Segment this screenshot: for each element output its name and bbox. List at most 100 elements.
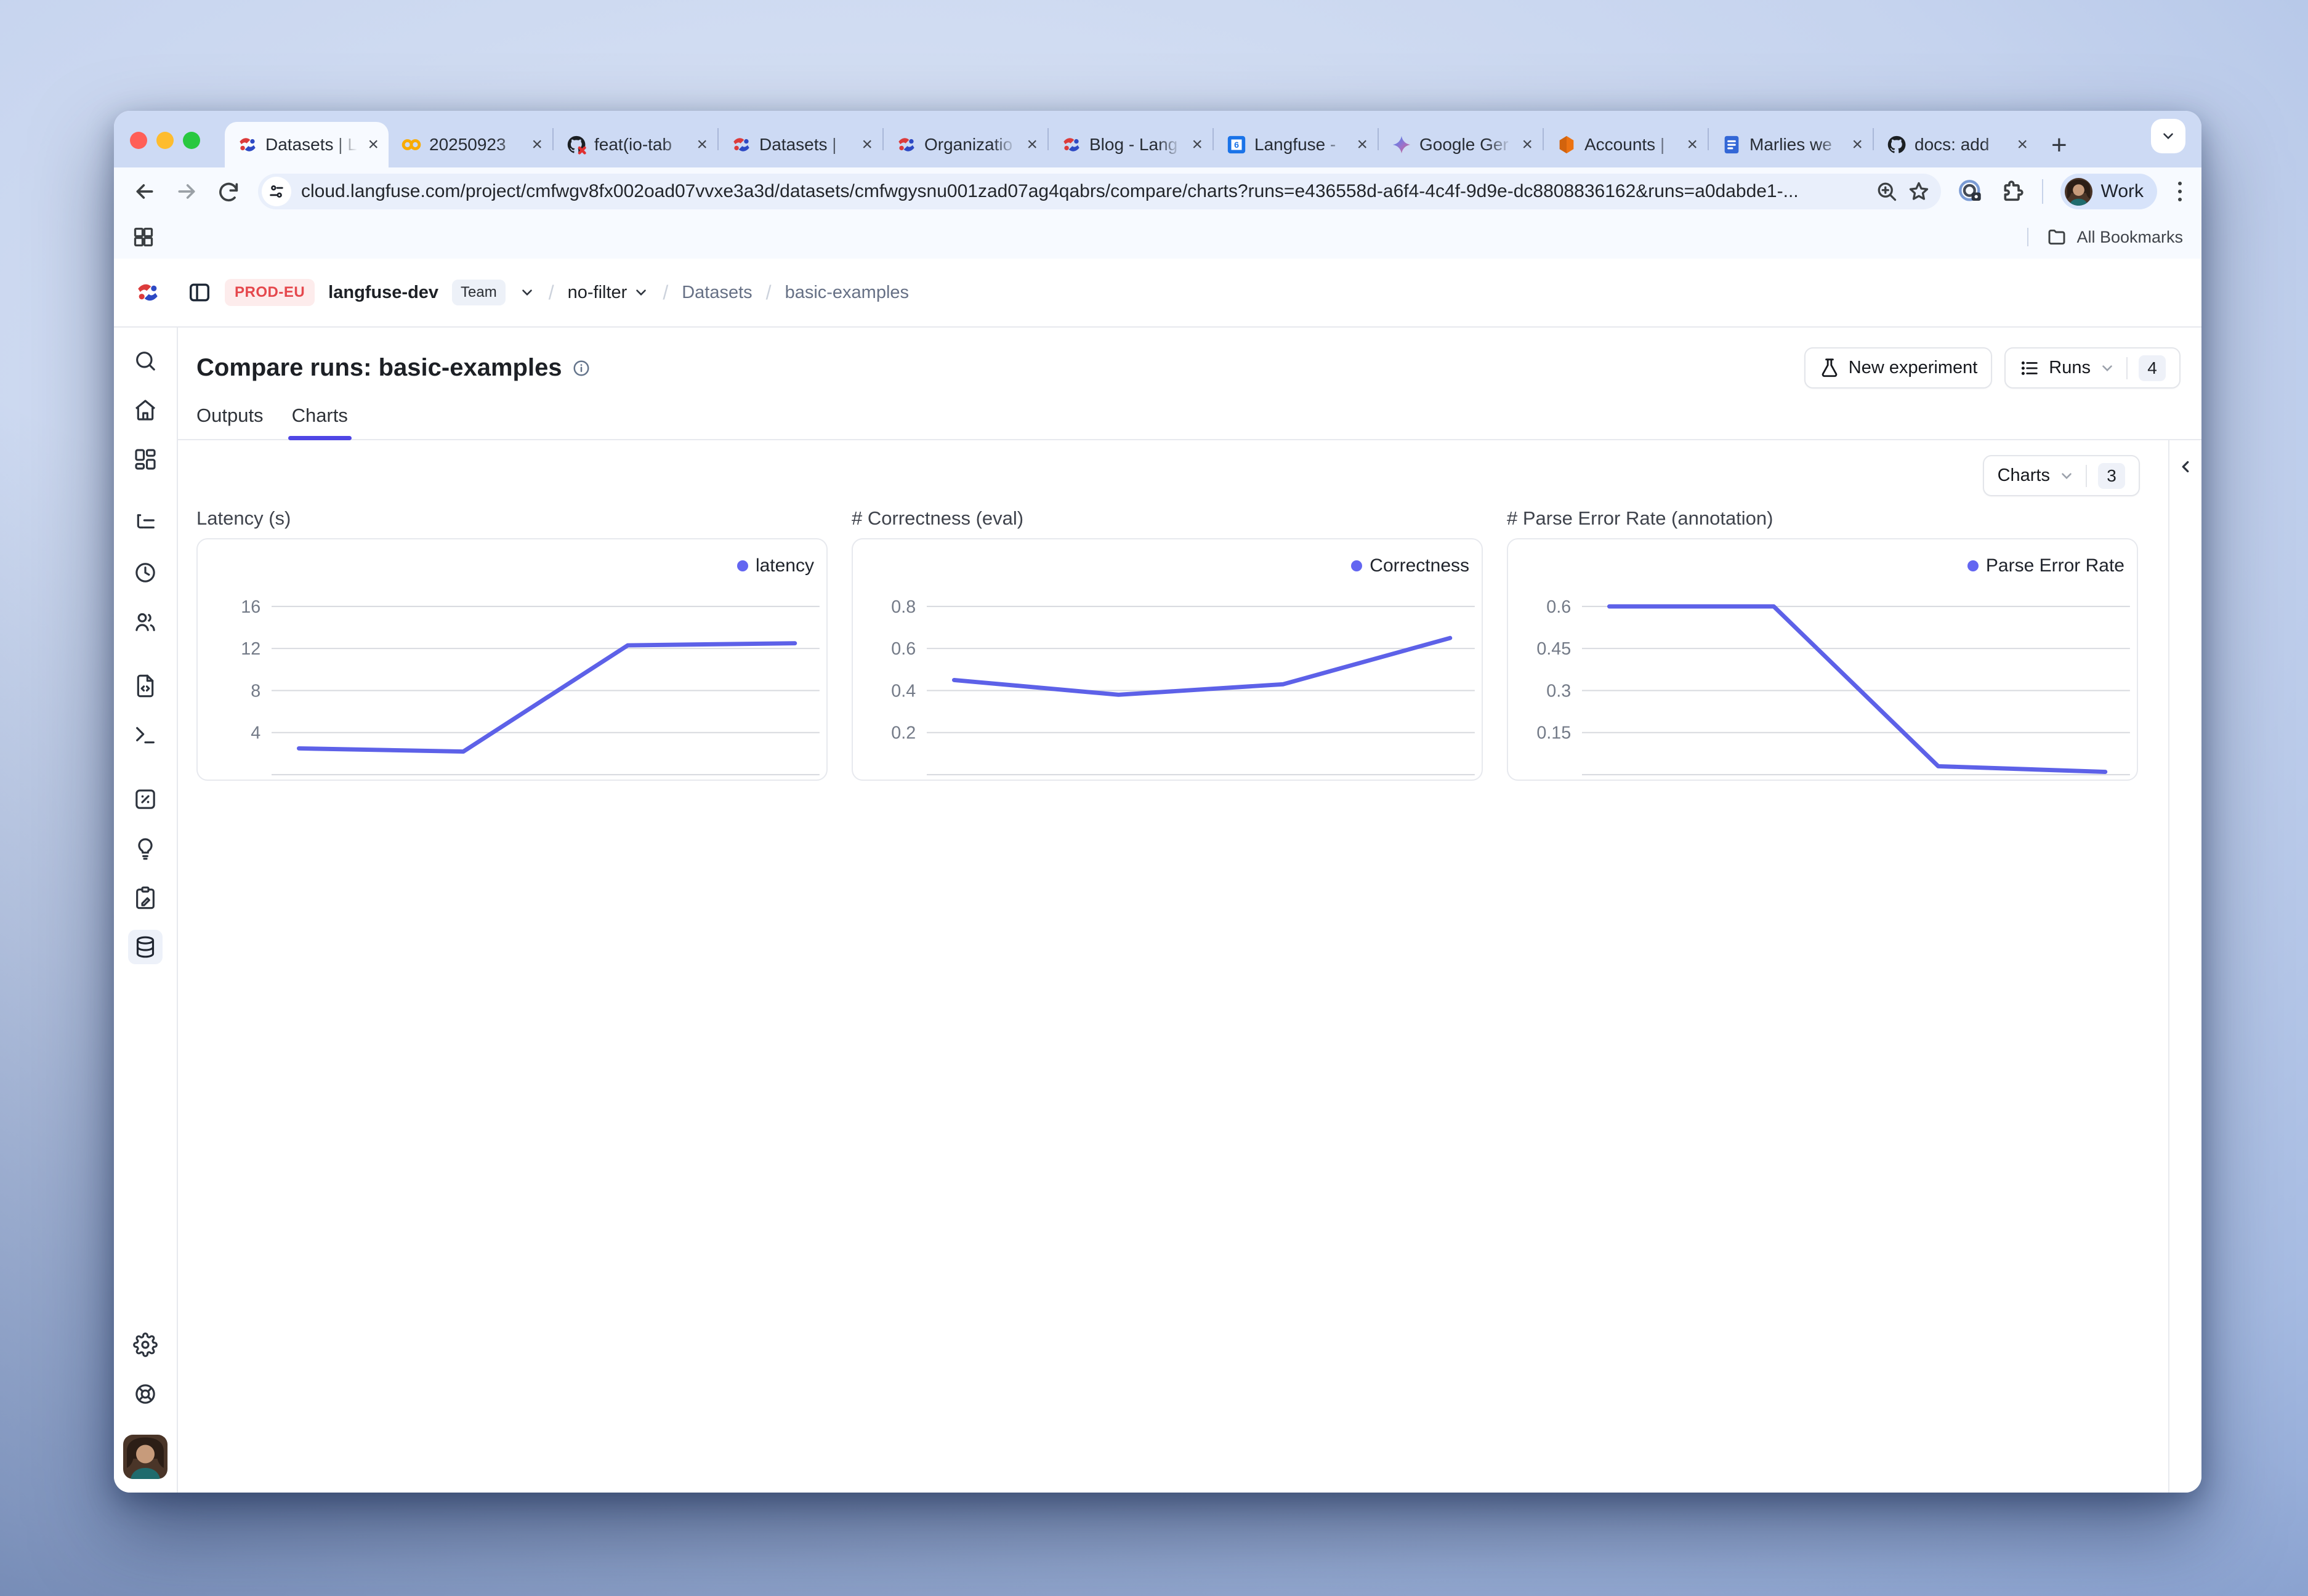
- colab-favicon-icon: [401, 134, 422, 155]
- sidebar-item-settings[interactable]: [128, 1328, 163, 1362]
- sidebar-toggle-icon[interactable]: [188, 281, 211, 304]
- lifebuoy-icon: [133, 1382, 158, 1406]
- tab-close-icon[interactable]: ×: [1852, 135, 1863, 154]
- bookmarks-divider: [2027, 228, 2028, 246]
- sidebar-item-playground[interactable]: [128, 718, 163, 752]
- button-divider: [2086, 465, 2087, 487]
- close-window-button[interactable]: [130, 132, 147, 149]
- langfuse-favicon-icon: [1061, 134, 1082, 155]
- button-divider: [2126, 357, 2128, 379]
- sidebar-item-evaluators[interactable]: [128, 782, 163, 816]
- browser-tab[interactable]: Blog - Lang ×: [1049, 122, 1213, 167]
- sidebar-item-annotation-queues[interactable]: [128, 881, 163, 915]
- bookmark-star-icon[interactable]: [1908, 180, 1930, 203]
- back-icon[interactable]: [132, 179, 157, 204]
- avatar-photo-icon: [2065, 178, 2092, 206]
- browser-tab[interactable]: 20250923 ×: [389, 122, 552, 167]
- svg-text:0.6: 0.6: [1546, 597, 1571, 617]
- langfuse-app: PROD-EU langfuse-dev Team / no-filter / …: [114, 259, 2201, 1493]
- charts-selector-button[interactable]: Charts 3: [1983, 455, 2140, 496]
- browser-tab-strip: Datasets | L × 20250923 × feat(io-tab × …: [114, 111, 2201, 167]
- browser-tab[interactable]: Organizatio ×: [884, 122, 1047, 167]
- user-avatar[interactable]: [123, 1435, 167, 1479]
- tab-close-icon[interactable]: ×: [2017, 135, 2028, 154]
- legend-label: Correctness: [1370, 555, 1469, 576]
- tab-title: Datasets | L: [265, 135, 360, 155]
- tab-title: 20250923: [429, 135, 524, 155]
- page-title-row: Compare runs: basic-examples New experim…: [178, 328, 2201, 389]
- new-experiment-button[interactable]: New experiment: [1804, 347, 1993, 389]
- browser-tab[interactable]: Google Ger ×: [1379, 122, 1543, 167]
- tab-title: Accounts |: [1584, 135, 1679, 155]
- sidebar-item-home[interactable]: [128, 393, 163, 427]
- tab-close-icon[interactable]: ×: [368, 135, 379, 154]
- project-selector[interactable]: no-filter: [568, 283, 650, 303]
- sidebar-item-prompts[interactable]: [128, 669, 163, 703]
- breadcrumb-current-item[interactable]: basic-examples: [785, 283, 909, 303]
- breadcrumb-separator: /: [663, 281, 668, 304]
- tab-close-icon[interactable]: ×: [1687, 135, 1698, 154]
- browser-tab[interactable]: feat(io-tab ×: [554, 122, 717, 167]
- browser-menu-kebab-icon[interactable]: [2174, 178, 2185, 205]
- sidebar-item-search[interactable]: [128, 344, 163, 378]
- password-manager-extension-icon[interactable]: [1958, 179, 1983, 204]
- file-code-icon: [133, 674, 158, 698]
- all-bookmarks-label: All Bookmarks: [2076, 228, 2183, 247]
- tab-close-icon[interactable]: ×: [1192, 135, 1203, 154]
- new-tab-button[interactable]: +: [2051, 132, 2067, 159]
- zoom-window-button[interactable]: [183, 132, 200, 149]
- tab-close-icon[interactable]: ×: [531, 135, 543, 154]
- forward-icon[interactable]: [174, 179, 199, 204]
- tab-outputs[interactable]: Outputs: [196, 405, 264, 439]
- tab-charts[interactable]: Charts: [292, 405, 348, 439]
- gear-icon: [133, 1332, 158, 1357]
- dashboard-grid-icon: [133, 447, 158, 472]
- collapse-panel-chevron-icon[interactable]: [2176, 457, 2195, 476]
- minimize-window-button[interactable]: [156, 132, 174, 149]
- info-icon[interactable]: [572, 359, 591, 377]
- clock-icon: [133, 560, 158, 585]
- sidebar-item-sessions[interactable]: [128, 555, 163, 590]
- terminal-icon: [133, 723, 158, 748]
- all-bookmarks-button[interactable]: All Bookmarks: [2027, 227, 2183, 247]
- browser-tab[interactable]: Marlies we ×: [1709, 122, 1873, 167]
- sidebar-item-users[interactable]: [128, 605, 163, 639]
- browser-profile-chip[interactable]: Work: [2060, 174, 2157, 209]
- browser-tab-active[interactable]: Datasets | L ×: [225, 122, 389, 167]
- toolbar-divider: [2042, 179, 2043, 204]
- breadcrumb-datasets-link[interactable]: Datasets: [682, 283, 752, 303]
- tab-close-icon[interactable]: ×: [1357, 135, 1368, 154]
- site-settings-chip[interactable]: [262, 177, 291, 206]
- chart-card: 0.150.30.450.6 Parse Error Rate: [1507, 538, 2138, 781]
- sidebar-item-tracing[interactable]: [128, 506, 163, 541]
- sidebar-item-datasets[interactable]: [128, 930, 163, 964]
- browser-tab[interactable]: Datasets | ×: [719, 122, 882, 167]
- tab-close-icon[interactable]: ×: [696, 135, 708, 154]
- reload-icon[interactable]: [216, 179, 241, 204]
- chevron-down-icon[interactable]: [519, 284, 535, 300]
- clipboard-pen-icon: [133, 885, 158, 910]
- tab-search-button[interactable]: [2151, 119, 2185, 153]
- legend-dot-icon: [1351, 560, 1362, 571]
- svg-text:0.2: 0.2: [891, 723, 916, 743]
- tab-close-icon[interactable]: ×: [861, 135, 873, 154]
- apps-grid-icon[interactable]: [132, 226, 155, 248]
- url-text[interactable]: cloud.langfuse.com/project/cmfwgv8fx002o…: [301, 181, 1866, 202]
- langfuse-favicon-icon: [896, 134, 917, 155]
- sidebar-item-insights[interactable]: [128, 831, 163, 866]
- sidebar-item-dashboards[interactable]: [128, 442, 163, 477]
- browser-tab[interactable]: Accounts | ×: [1544, 122, 1708, 167]
- zoom-page-icon[interactable]: [1876, 180, 1898, 203]
- profile-name: Work: [2101, 181, 2144, 202]
- browser-tab[interactable]: docs: add ×: [1874, 122, 2038, 167]
- svg-text:4: 4: [251, 723, 260, 743]
- extensions-puzzle-icon[interactable]: [2000, 179, 2025, 204]
- runs-selector-button[interactable]: Runs 4: [2004, 347, 2181, 389]
- tab-close-icon[interactable]: ×: [1522, 135, 1533, 154]
- desktop-background: Datasets | L × 20250923 × feat(io-tab × …: [0, 0, 2308, 1596]
- address-bar[interactable]: cloud.langfuse.com/project/cmfwgv8fx002o…: [258, 174, 1941, 209]
- browser-tab[interactable]: Langfuse - ×: [1214, 122, 1378, 167]
- tab-close-icon[interactable]: ×: [1027, 135, 1038, 154]
- organization-name[interactable]: langfuse-dev: [328, 283, 438, 303]
- sidebar-item-support[interactable]: [128, 1377, 163, 1411]
